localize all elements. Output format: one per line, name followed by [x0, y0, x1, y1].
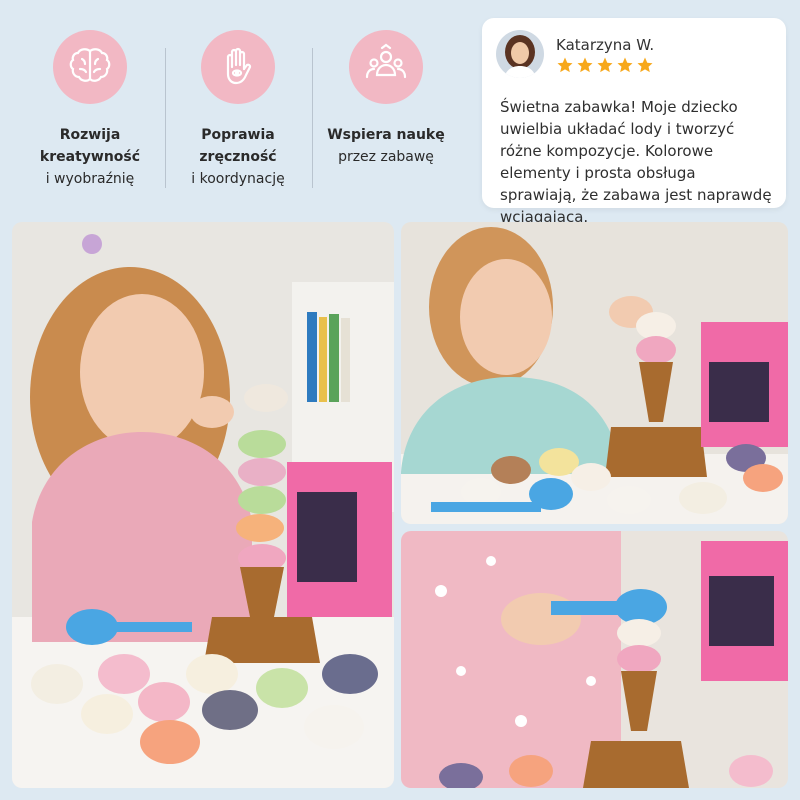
feature-dexterity: Poprawia zręczność i koordynację [178, 30, 298, 190]
star-icon [577, 57, 593, 73]
star-icon [557, 57, 573, 73]
reviewer-name: Katarzyna W. [556, 36, 655, 54]
star-icon [637, 57, 653, 73]
star-icon [597, 57, 613, 73]
divider [165, 48, 166, 188]
review-text: Świetna zabawka! Moje dziecko uwielbia u… [500, 98, 772, 226]
photo-girl-stacking [12, 222, 394, 788]
feature-text: Rozwija kreatywność i wyobraźnię [39, 127, 141, 187]
feature-learning: Wspiera naukę przez zabawę [326, 30, 446, 168]
hand-icon [201, 30, 275, 104]
feature-creativity: Rozwija kreatywność i wyobraźnię [30, 30, 150, 190]
feature-text: Poprawia zręczność i koordynację [191, 127, 285, 187]
avatar [496, 30, 544, 78]
divider [312, 48, 313, 188]
feature-text: Wspiera naukę przez zabawę [327, 127, 445, 165]
star-rating [556, 56, 654, 74]
star-icon [617, 57, 633, 73]
photo-girl-smiling [401, 222, 788, 524]
brain-icon [53, 30, 127, 104]
people-icon [349, 30, 423, 104]
review-card: Katarzyna W. Świetna zabawka! Moje dziec… [482, 18, 786, 226]
photo-scoop-stacking [401, 531, 788, 788]
